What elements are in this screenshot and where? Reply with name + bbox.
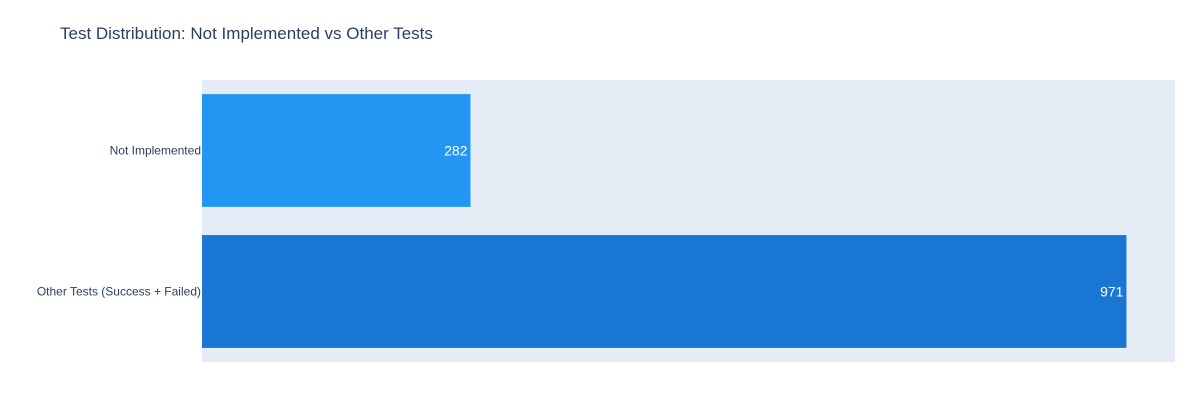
bar [202, 94, 471, 207]
bar [202, 235, 1127, 348]
category-tick-label: Not Implemented [110, 144, 201, 158]
bar-chart: 282 Not Implemented 971 Other Tests (Succes… [37, 80, 1175, 362]
bar-value-label: 971 [1100, 284, 1124, 300]
category-tick-label: Other Tests (Success + Failed) [37, 285, 201, 299]
bar-value-label: 282 [444, 143, 468, 159]
